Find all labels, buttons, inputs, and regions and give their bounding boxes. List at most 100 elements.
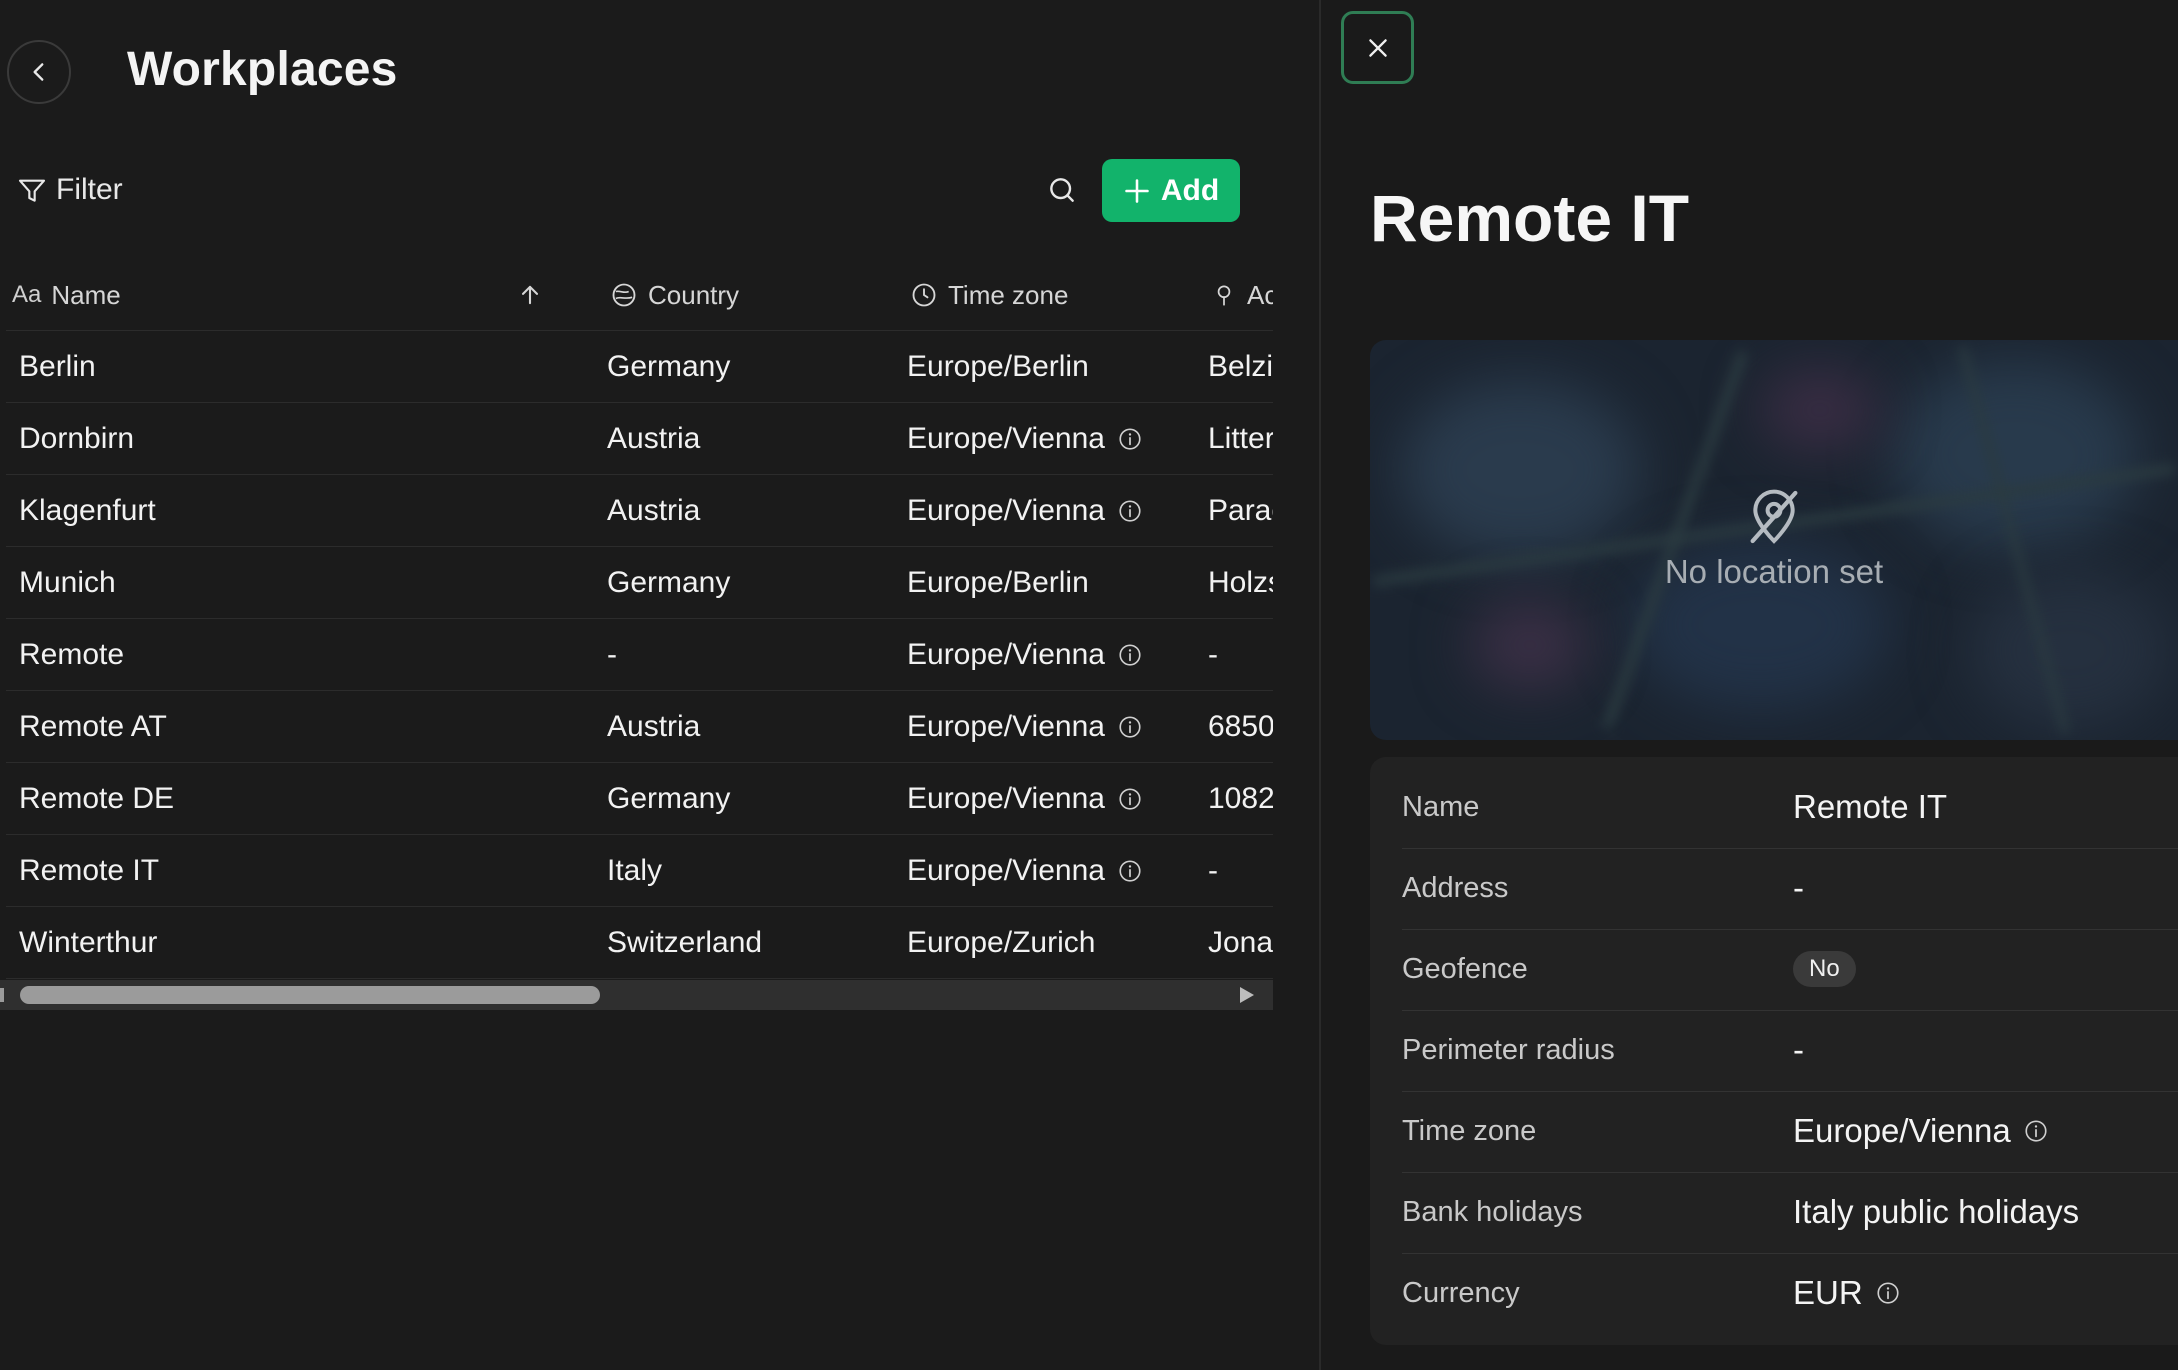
property-value-text: EUR [1793, 1274, 1863, 1311]
search-button[interactable] [1042, 170, 1082, 210]
cell-name-text: Munich [19, 566, 116, 599]
property-value: - [1793, 1009, 1804, 1091]
cell-timezone: Europe/Vienna [907, 619, 1143, 691]
cell-country: Germany [607, 331, 730, 403]
property-label: Bank holidays [1402, 1195, 1583, 1228]
info-icon[interactable] [1117, 858, 1143, 884]
cell-name-text: Remote AT [19, 710, 167, 743]
property-value: EUR [1793, 1252, 1901, 1334]
info-icon[interactable] [1117, 426, 1143, 452]
cell-country-text: Germany [607, 350, 731, 383]
cell-address-text: Parac [1208, 494, 1273, 527]
cell-timezone: Europe/Vienna [907, 835, 1143, 907]
arrow-up-icon[interactable] [516, 281, 544, 309]
table-row[interactable]: Remote AT Austria Europe/Vienna 6850 [6, 691, 1273, 763]
info-icon[interactable] [1117, 498, 1143, 524]
column-header-name[interactable]: Aa Name [12, 260, 552, 330]
column-header-timezone[interactable]: Time zone [910, 260, 1068, 330]
workplaces-list-pane: Workplaces Filter Add Aa Name Country Ti… [0, 0, 1320, 1370]
property-value: Remote IT [1793, 766, 1947, 848]
cell-country-text: Austria [607, 710, 701, 743]
scroll-left-edge [0, 988, 4, 1002]
property-row-name: Name Remote IT [1402, 766, 2178, 849]
scroll-right-arrow-icon[interactable] [1240, 987, 1254, 1003]
cell-address-text: 6850 [1208, 710, 1273, 743]
cell-name-text: Winterthur [19, 926, 158, 959]
close-icon [1368, 38, 1387, 57]
cell-country-text: - [607, 638, 617, 671]
cell-name: Remote IT [19, 835, 159, 907]
clock-icon [912, 283, 936, 307]
cell-timezone: Europe/Vienna [907, 763, 1143, 835]
cell-country-text: Austria [607, 494, 701, 527]
table-row[interactable]: Dornbirn Austria Europe/Vienna Litter [6, 403, 1273, 475]
table-row[interactable]: Berlin Germany Europe/Berlin Belzi [6, 331, 1273, 403]
cell-name: Remote DE [19, 763, 174, 835]
cell-address: Jona [1208, 907, 1273, 979]
column-label: Time zone [948, 279, 1069, 310]
property-value: - [1793, 847, 1804, 929]
cell-country-text: Austria [607, 422, 701, 455]
back-button[interactable] [7, 40, 71, 104]
property-label: Address [1402, 871, 1509, 904]
column-header-address[interactable]: Ac [1211, 260, 1273, 330]
add-label: Add [1160, 173, 1220, 207]
table-row[interactable]: Munich Germany Europe/Berlin Holzs [6, 547, 1273, 619]
cell-country: Italy [607, 835, 662, 907]
cell-address-text: Holzs [1208, 566, 1273, 599]
cell-address: Litter [1208, 403, 1273, 475]
close-button[interactable] [1341, 11, 1414, 84]
filter-label: Filter [56, 173, 123, 206]
cell-timezone-text: Europe/Vienna [907, 782, 1105, 815]
table-row[interactable]: Remote DE Germany Europe/Vienna 1082 [6, 763, 1273, 835]
cell-name: Dornbirn [19, 403, 134, 475]
cell-country: - [607, 619, 617, 691]
horizontal-scrollbar[interactable] [0, 980, 1273, 1010]
cell-timezone-text: Europe/Vienna [907, 638, 1105, 671]
table-row[interactable]: Klagenfurt Austria Europe/Vienna Parac [6, 475, 1273, 547]
cell-timezone: Europe/Vienna [907, 403, 1143, 475]
scrollbar-thumb[interactable] [20, 986, 600, 1004]
table-row[interactable]: Remote - Europe/Vienna - [6, 619, 1273, 691]
cell-name: Winterthur [19, 907, 157, 979]
cell-timezone-text: Europe/Vienna [907, 422, 1105, 455]
property-row-currency: Currency EUR [1402, 1252, 2178, 1334]
cell-country: Germany [607, 547, 730, 619]
column-header-country[interactable]: Country [610, 260, 739, 330]
cell-name: Klagenfurt [19, 475, 156, 547]
cell-country: Austria [607, 475, 700, 547]
cell-timezone: Europe/Berlin [907, 331, 1089, 403]
info-icon[interactable] [1117, 642, 1143, 668]
cell-address-text: Jona [1208, 926, 1273, 959]
cell-country-text: Switzerland [607, 926, 763, 959]
info-icon[interactable] [1117, 714, 1143, 740]
cell-name: Berlin [19, 331, 96, 403]
info-icon[interactable] [2023, 1118, 2049, 1144]
table-row[interactable]: Winterthur Switzerland Europe/Zurich Jona [6, 907, 1273, 979]
cell-name-text: Remote IT [19, 854, 160, 887]
cell-country: Austria [607, 691, 700, 763]
cell-address: - [1208, 619, 1273, 691]
info-icon[interactable] [1117, 786, 1143, 812]
info-icon[interactable] [1875, 1280, 1901, 1306]
cell-country-text: Germany [607, 782, 731, 815]
filter-button[interactable]: Filter [16, 170, 123, 210]
cell-timezone-text: Europe/Vienna [907, 854, 1105, 887]
property-value-text: - [1793, 1031, 1804, 1068]
cell-timezone-text: Europe/Vienna [907, 710, 1105, 743]
cell-address: - [1208, 835, 1273, 907]
cell-name-text: Klagenfurt [19, 494, 156, 527]
globe-icon [612, 283, 636, 307]
text-type-icon: Aa [12, 281, 42, 308]
cell-address-text: Litter [1208, 422, 1273, 455]
search-icon [1050, 178, 1074, 202]
page-title: Workplaces [127, 43, 398, 96]
table-row[interactable]: Remote IT Italy Europe/Vienna - [6, 835, 1273, 907]
cell-country: Germany [607, 763, 730, 835]
cell-address-text: - [1208, 854, 1218, 887]
cell-address-text: 1082 [1208, 782, 1273, 815]
location-off-icon [1750, 489, 1798, 544]
property-value: No [1793, 928, 1856, 1010]
add-button[interactable]: Add [1102, 159, 1240, 222]
cell-address-text: - [1208, 638, 1218, 671]
